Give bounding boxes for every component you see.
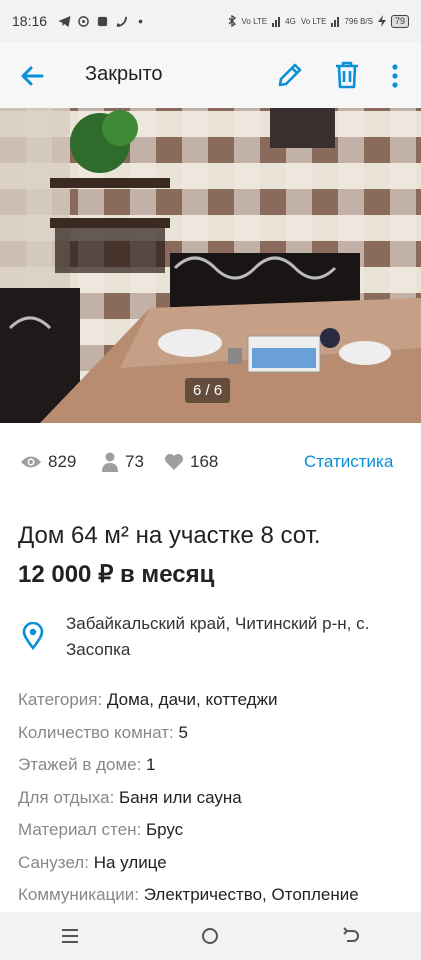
- param-floors: Этажей в доме: 1: [18, 754, 418, 787]
- delete-trash-icon[interactable]: [333, 60, 361, 90]
- listing-price: 12 000 ₽ в месяц: [18, 561, 215, 588]
- status-time: 18:16: [12, 13, 48, 29]
- param-bathroom: Санузел: На улице: [18, 852, 418, 885]
- contacts-count: 73: [125, 452, 144, 471]
- param-value: На улице: [93, 852, 167, 872]
- favorites-stat: 168: [164, 452, 218, 472]
- app-bar: Закрыто: [0, 42, 421, 108]
- bluetooth-icon: [228, 15, 236, 27]
- system-nav-bar: [0, 912, 421, 960]
- favorites-count: 168: [190, 452, 219, 471]
- param-key: Санузел:: [18, 852, 89, 872]
- param-key: Этажей в доме:: [18, 755, 142, 774]
- kitchen-photo-image: [0, 108, 421, 423]
- home-icon[interactable]: [198, 924, 222, 948]
- net-label-2: 4G: [285, 16, 296, 26]
- param-value: Брус: [145, 820, 184, 839]
- photo-counter: 6 / 6: [185, 378, 231, 403]
- statistics-link[interactable]: Статистика: [304, 452, 393, 472]
- param-key: Категория:: [18, 690, 103, 709]
- status-indicators: Vo LTE 4G Vo LTE 796 B/S 79: [227, 14, 409, 28]
- recent-apps-icon[interactable]: [58, 924, 82, 948]
- edit-pencil-icon[interactable]: [275, 60, 305, 90]
- heart-icon: [165, 454, 183, 470]
- listing-address[interactable]: Забайкальский край, Читинский р-н, с. За…: [66, 611, 406, 663]
- net-label-1: Vo LTE: [241, 16, 268, 26]
- param-value: Дома, дачи, коттеджи: [106, 690, 278, 709]
- net-speed: 796 B/S: [344, 17, 373, 26]
- whatsapp-icon: [78, 15, 89, 27]
- charging-icon: [377, 15, 386, 27]
- net-label-3: Vo LTE: [300, 16, 327, 26]
- signal-icon: [272, 16, 281, 27]
- eye-icon: [21, 456, 41, 468]
- page-title: Закрыто: [85, 63, 163, 85]
- telegram-icon: [58, 15, 71, 27]
- listing-photo[interactable]: 6 / 6: [0, 108, 421, 423]
- person-icon: [102, 452, 118, 472]
- param-key: Материал стен:: [18, 820, 142, 839]
- param-value: 1: [146, 755, 156, 774]
- speed-unit: B/S: [360, 16, 373, 26]
- location-pin-icon: [22, 622, 44, 650]
- signal-icon-2: [331, 16, 340, 27]
- param-value: 5: [178, 722, 188, 742]
- battery-level: 79: [390, 14, 409, 28]
- param-leisure: Для отдыха: Баня или сауна: [18, 787, 418, 820]
- param-value: Электричество, Отопление: [143, 885, 359, 904]
- speed-value: 796: [344, 16, 358, 26]
- back-arrow-icon[interactable]: [18, 62, 46, 90]
- views-count: 829: [48, 452, 77, 471]
- param-key: Количество комнат:: [18, 722, 174, 742]
- listing-title: Дом 64 м² на участке 8 сот.: [18, 522, 321, 549]
- param-key: Для отдыха:: [18, 787, 115, 807]
- notification-dot-icon: [138, 19, 143, 23]
- params-list: Категория: Дома, дачи, коттеджи Количест…: [18, 689, 418, 917]
- more-vertical-icon[interactable]: [384, 62, 406, 90]
- back-nav-icon[interactable]: [339, 924, 363, 948]
- param-rooms: Количество комнат: 5: [18, 722, 418, 755]
- param-value: Баня или сауна: [119, 787, 242, 807]
- param-category: Категория: Дома, дачи, коттеджи: [18, 689, 418, 722]
- param-wall-material: Материал стен: Брус: [18, 819, 418, 852]
- contacts-stat: 73: [101, 452, 144, 472]
- status-bar: 18:16 Vo LTE 4G Vo LTE 796 B/S 79: [0, 0, 421, 42]
- param-key: Коммуникации:: [18, 885, 140, 904]
- rss-icon: [116, 16, 128, 27]
- tiktok-icon: [97, 16, 108, 26]
- views-stat: 829: [20, 452, 76, 472]
- stats-row: 829 73 168 Статистика: [0, 448, 421, 480]
